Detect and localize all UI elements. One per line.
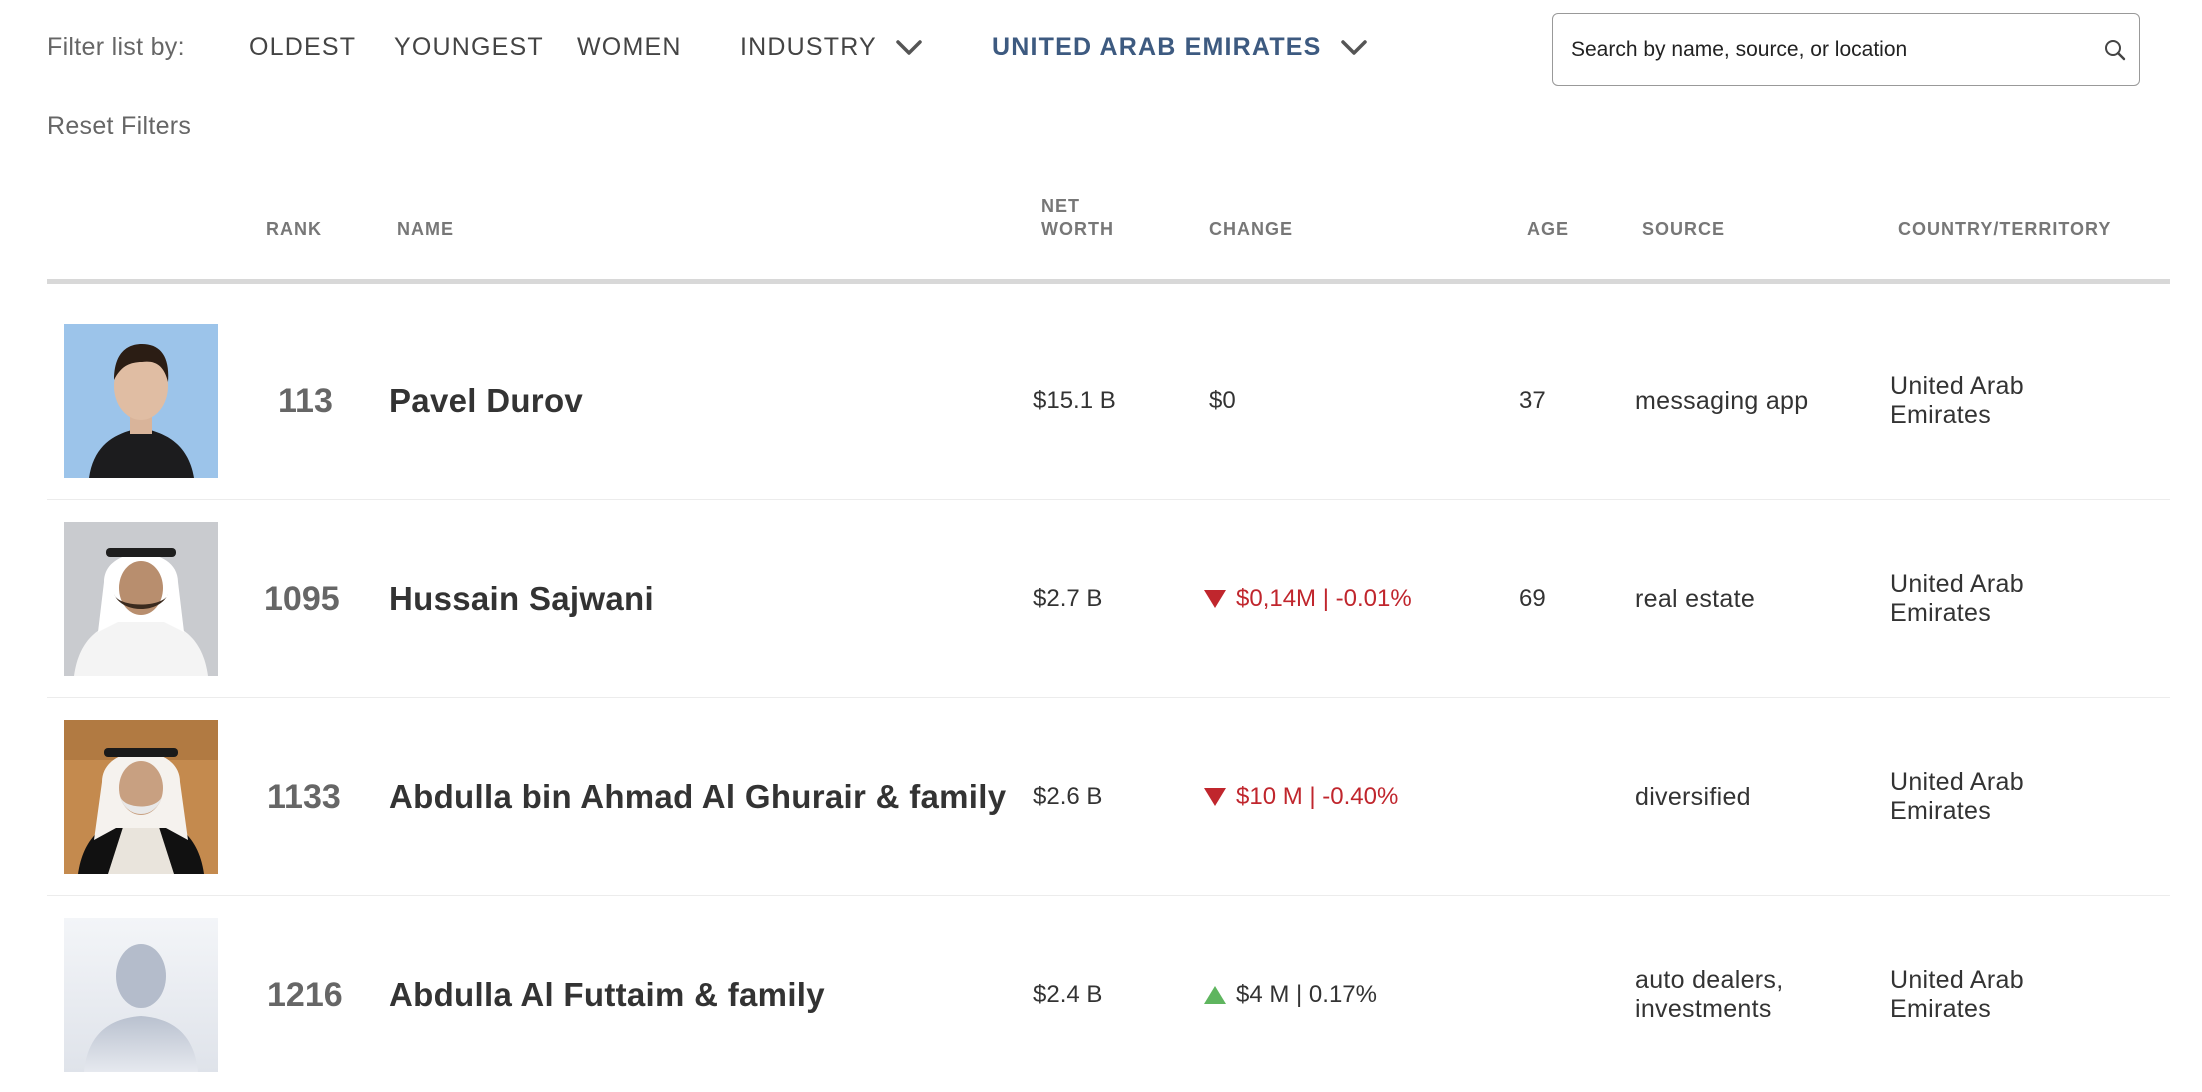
reset-filters-link[interactable]: Reset Filters [47,112,191,141]
person-name-link[interactable]: Abdulla Al Futtaim & family [389,976,825,1014]
country-value: United Arab Emirates [1890,372,2024,430]
portrait-abdulla-al-ghurair [64,720,218,874]
filter-industry-label: INDUSTRY [740,33,877,61]
column-header-name[interactable]: NAME [397,218,454,241]
header-divider [47,279,2170,284]
source-value: messaging app [1635,387,1808,416]
table-row[interactable]: 1095 Hussain Sajwani $2.7 B $0,14M | -0.… [47,500,2170,698]
change-value: $0,14M | -0.01% [1236,585,1412,612]
filter-country-dropdown[interactable]: UNITED ARAB EMIRATES [992,33,1368,62]
source-line: auto dealers, [1635,966,1784,994]
country-line: Emirates [1890,599,1992,627]
country-value: United Arab Emirates [1890,570,2024,628]
source-line: messaging app [1635,386,1809,415]
source-value: real estate [1635,585,1755,614]
column-header-networth-line2: WORTH [1041,219,1114,239]
person-photo[interactable] [64,720,218,874]
age-value: 69 [1519,585,1546,612]
country-line: United Arab [1890,966,2024,994]
filter-label: Filter list by: [47,33,185,61]
up-triangle-icon [1204,986,1226,1004]
down-triangle-icon [1204,788,1226,806]
person-photo[interactable] [64,324,218,478]
country-line: United Arab [1890,570,2024,598]
change-value: $4 M | 0.17% [1236,981,1377,1008]
column-header-networth[interactable]: NET WORTH [1041,195,1114,241]
person-name-link[interactable]: Pavel Durov [389,382,583,420]
column-header-country[interactable]: COUNTRY/TERRITORY [1898,218,2111,241]
networth-value: $2.6 B [1033,783,1103,810]
person-silhouette-icon [64,918,218,1072]
chevron-down-icon [896,39,922,55]
table-row[interactable]: 1216 Abdulla Al Futtaim & family $2.4 B … [47,896,2170,1092]
person-photo[interactable] [64,918,218,1072]
billionaires-list-page: Filter list by: OLDEST YOUNGEST WOMEN IN… [0,0,2202,1092]
column-header-age[interactable]: AGE [1527,218,1569,241]
change-value: $0 [1209,387,1236,414]
rank-value: 1133 [267,777,341,816]
country-value: United Arab Emirates [1890,768,2024,826]
filter-industry-dropdown[interactable]: INDUSTRY [740,33,923,62]
country-line: Emirates [1890,995,1992,1023]
person-name-link[interactable]: Hussain Sajwani [389,580,654,618]
source-line: real estate [1635,584,1756,613]
portrait-hussain-sajwani [64,522,218,676]
source-line: diversified [1635,782,1751,811]
filter-oldest[interactable]: OLDEST [249,33,356,62]
down-triangle-icon [1204,590,1226,608]
country-value: United Arab Emirates [1890,966,2024,1024]
source-value: auto dealers, investments [1635,966,1783,1024]
column-header-networth-line1: NET [1041,196,1080,216]
person-photo[interactable] [64,522,218,676]
source-line: investments [1635,995,1772,1023]
column-header-rank[interactable]: RANK [266,218,322,241]
country-line: Emirates [1890,797,1992,825]
filter-women[interactable]: WOMEN [577,33,682,62]
rank-value: 1216 [267,975,343,1014]
age-value: 37 [1519,387,1546,414]
column-header-source[interactable]: SOURCE [1642,218,1725,241]
country-line: Emirates [1890,401,1992,429]
person-name-link[interactable]: Abdulla bin Ahmad Al Ghurair & family [389,778,1006,816]
search-box[interactable] [1552,13,2140,86]
filter-country-label: UNITED ARAB EMIRATES [992,33,1322,61]
source-value: diversified [1635,783,1751,812]
country-line: United Arab [1890,768,2024,796]
search-icon[interactable] [2103,38,2127,62]
networth-value: $15.1 B [1033,387,1116,414]
table-row[interactable]: 1133 Abdulla bin Ahmad Al Ghurair & fami… [47,698,2170,896]
rank-value: 1095 [264,579,340,618]
chevron-down-icon [1340,39,1367,55]
portrait-pavel-durov [64,324,218,478]
networth-value: $2.4 B [1033,981,1103,1008]
search-input[interactable] [1571,14,2091,85]
table-row[interactable]: 113 Pavel Durov $15.1 B $0 37 messaging … [47,302,2170,500]
country-line: United Arab [1890,372,2024,400]
networth-value: $2.7 B [1033,585,1103,612]
filter-youngest[interactable]: YOUNGEST [394,33,544,62]
change-value: $10 M | -0.40% [1236,783,1399,810]
column-header-change[interactable]: CHANGE [1209,218,1293,241]
rank-value: 113 [278,381,333,420]
